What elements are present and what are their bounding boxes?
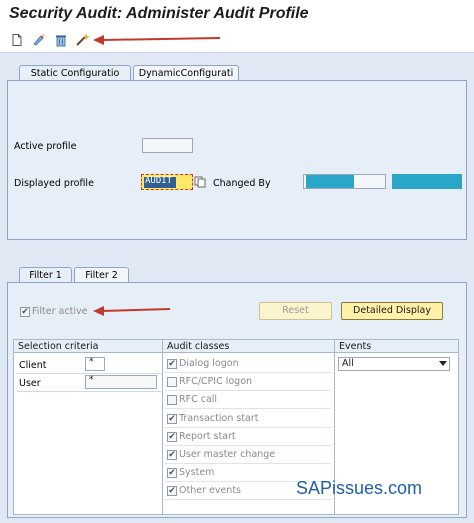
config-panel: Active profile Displayed profile AUDIT C… xyxy=(7,80,467,240)
events-select[interactable]: All xyxy=(338,357,450,371)
reset-button[interactable]: Reset xyxy=(259,302,332,320)
audit-class-label: User master change xyxy=(179,449,276,460)
user-field[interactable]: * xyxy=(85,375,157,389)
audit-class-checkbox[interactable]: ✔ xyxy=(167,359,177,369)
active-profile-field[interactable] xyxy=(142,138,193,153)
client-field[interactable]: * xyxy=(85,357,105,371)
filter-active-label: Filter active xyxy=(32,306,88,317)
audit-classes-header: Audit classes xyxy=(163,340,334,353)
watermark: SAPissues.com xyxy=(296,478,423,498)
chevron-down-icon[interactable] xyxy=(439,361,447,366)
copy-icon[interactable] xyxy=(194,176,206,188)
filter-tabstrip: Filter 1 Filter 2 xyxy=(19,267,139,283)
audit-class-checkbox[interactable]: ✔ xyxy=(167,450,177,460)
changed-by-field xyxy=(303,174,386,189)
audit-class-checkbox[interactable] xyxy=(167,377,177,388)
changed-by-label: Changed By xyxy=(213,178,271,189)
audit-class-checkbox[interactable] xyxy=(167,395,177,406)
new-document-icon[interactable] xyxy=(10,33,24,47)
audit-class-label: Report start xyxy=(179,430,236,442)
title-bar: Security Audit: Administer Audit Profile xyxy=(0,0,474,30)
tab-static-configuration[interactable]: Static Configuratio xyxy=(19,65,131,81)
redacted-block xyxy=(306,175,354,188)
redacted-changed-on xyxy=(392,174,462,189)
audit-class-label: Dialog logon xyxy=(179,358,239,369)
user-label: User xyxy=(19,378,41,389)
displayed-profile-field[interactable]: AUDIT xyxy=(141,174,193,190)
delete-icon[interactable] xyxy=(54,33,68,47)
audit-class-label: System xyxy=(179,467,215,479)
tab-filter-2[interactable]: Filter 2 xyxy=(74,267,129,282)
client-label: Client xyxy=(19,360,47,371)
filter-active-checkbox[interactable]: ✔ xyxy=(20,307,30,317)
config-tabstrip: Static Configuratio DynamicConfigurati xyxy=(19,65,269,81)
magic-wand-icon[interactable] xyxy=(75,33,89,47)
window-title: Security Audit: Administer Audit Profile xyxy=(9,5,309,22)
application-toolbar xyxy=(0,30,474,53)
detailed-display-button[interactable]: Detailed Display xyxy=(341,302,443,320)
audit-class-label: Other events xyxy=(179,485,242,497)
audit-class-checkbox[interactable]: ✔ xyxy=(167,431,177,442)
tab-dynamic-configuration[interactable]: DynamicConfigurati xyxy=(133,65,239,80)
selection-criteria-header: Selection criteria xyxy=(14,340,162,353)
audit-class-checkbox[interactable]: ✔ xyxy=(167,486,177,497)
audit-class-label: RFC/CPIC logon xyxy=(179,376,253,388)
tab-filter-1[interactable]: Filter 1 xyxy=(19,267,72,283)
events-selected-value: All xyxy=(342,358,354,369)
annotation-arrow-toolbar xyxy=(93,35,221,45)
displayed-profile-value: AUDIT xyxy=(145,176,173,186)
active-profile-label: Active profile xyxy=(14,141,77,152)
audit-class-label: Transaction start xyxy=(179,412,259,424)
audit-class-checkbox[interactable]: ✔ xyxy=(167,413,177,424)
edit-icon[interactable] xyxy=(32,33,46,47)
annotation-arrow-filter xyxy=(93,306,171,316)
audit-class-checkbox[interactable]: ✔ xyxy=(167,468,177,479)
displayed-profile-label: Displayed profile xyxy=(14,178,94,189)
events-header: Events xyxy=(335,340,458,353)
audit-class-label: RFC call xyxy=(179,394,218,406)
